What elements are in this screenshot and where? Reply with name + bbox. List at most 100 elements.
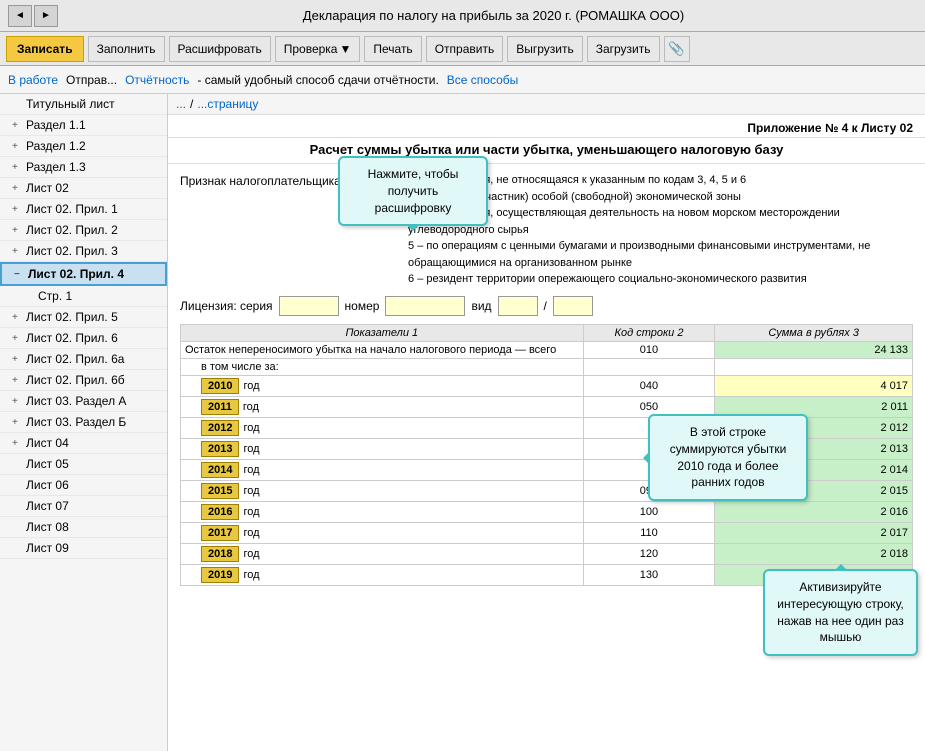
sidebar-item-list02[interactable]: +Лист 02 [0,178,167,199]
row-code: 100 [583,501,715,522]
year-button[interactable]: 2016 [201,504,239,520]
forward-button[interactable]: ► [34,5,58,27]
form-area: Признак налогоплательщика (код) 1 1 – ор… [168,164,925,594]
table-row[interactable]: 2017год1102 017 [181,522,913,543]
content-title: Расчет суммы убытка или части убытка, ум… [168,138,925,164]
proverka-label: Проверка [284,42,338,56]
license-series-input[interactable] [279,296,339,316]
zapisat-button[interactable]: Записать [6,36,84,62]
sidebar-item-label: Раздел 1.2 [26,139,86,153]
sidebar-item-list02pril6a[interactable]: +Лист 02. Прил. 6а [0,349,167,370]
attach-button[interactable]: 📎 [664,36,690,62]
sidebar-item-list03razA[interactable]: +Лист 03. Раздел А [0,391,167,412]
row-label: 2018 год [181,543,584,564]
expand-icon: + [12,417,22,428]
breadcrumb-link1[interactable]: ... [176,97,186,111]
year-button[interactable]: 2012 [201,420,239,436]
sidebar-item-list02pril6b[interactable]: +Лист 02. Прил. 6б [0,370,167,391]
rasshifrovat-button[interactable]: Расшифровать [169,36,271,62]
breadcrumb-link2[interactable]: ...страницу [197,97,258,111]
license-number-input[interactable] [385,296,465,316]
sidebar-item-label: Лист 03. Раздел Б [26,415,126,429]
sidebar-item-label: Лист 05 [26,457,69,471]
license-slash: / [544,299,547,313]
row-value[interactable]: 2 016 [715,501,913,522]
sidebar-item-list02pril6[interactable]: +Лист 02. Прил. 6 [0,328,167,349]
toolbar: Записать Заполнить Расшифровать Проверка… [0,32,925,66]
table-row[interactable]: 2016год1002 016 [181,501,913,522]
sidebar-item-list02pril1[interactable]: +Лист 02. Прил. 1 [0,199,167,220]
sidebar-item-list03razB[interactable]: + Лист 03. Раздел Б [0,412,167,433]
sidebar-item-titulny[interactable]: Титульный лист [0,94,167,115]
license-vid-input[interactable] [498,296,538,316]
sidebar-item-str1[interactable]: Стр. 1 [0,286,167,307]
otchetnost-link[interactable]: Отчётность [125,73,189,87]
tooltip-rasshifrovka: Нажмите, чтобы получить расшифровку [338,156,488,226]
table-row[interactable]: 2010год0404 017 [181,375,913,396]
breadcrumb-sep: / [190,97,193,111]
row-value[interactable]: 2 018 [715,543,913,564]
sidebar-item-razdel13[interactable]: +Раздел 1.3 [0,157,167,178]
year-button[interactable]: 2011 [201,399,239,415]
year-button[interactable]: 2018 [201,546,239,562]
sidebar-item-list05[interactable]: Лист 05 [0,454,167,475]
row-value[interactable]: 4 017 [715,375,913,396]
year-unit: год [243,443,259,455]
sidebar-item-label: Лист 04 [26,436,69,450]
proverka-button[interactable]: Проверка ▼ [275,36,361,62]
year-unit: год [243,485,259,497]
sidebar-item-label: Лист 08 [26,520,69,534]
sidebar-item-label: Раздел 1.3 [26,160,86,174]
vse-sposoby-link[interactable]: Все способы [447,73,519,87]
year-button[interactable]: 2017 [201,525,239,541]
sidebar-item-list07[interactable]: Лист 07 [0,496,167,517]
zapolnit-button[interactable]: Заполнить [88,36,165,62]
year-unit: год [243,401,259,413]
sidebar-item-list04[interactable]: +Лист 04 [0,433,167,454]
table-row[interactable]: Остаток непереносимого убытка на начало … [181,341,913,358]
sidebar-item-razdel12[interactable]: +Раздел 1.2 [0,136,167,157]
sidebar-item-list06[interactable]: Лист 06 [0,475,167,496]
year-button[interactable]: 2013 [201,441,239,457]
otpravit-button[interactable]: Отправить [426,36,504,62]
row-value[interactable]: 24 133 [715,341,913,358]
breadcrumb: ... / ...страницу [168,94,925,115]
pechat-button[interactable]: Печать [364,36,421,62]
year-unit: год [243,548,259,560]
sidebar-item-label: Лист 09 [26,541,69,555]
row-value[interactable] [715,358,913,375]
year-button[interactable]: 2014 [201,462,239,478]
year-unit: год [243,569,259,581]
year-button[interactable]: 2010 [201,378,239,394]
content-area: ... / ...страницу Приложение № 4 к Листу… [168,94,925,751]
zagruzit-button[interactable]: Загрузить [587,36,660,62]
sidebar-item-list02pril5[interactable]: +Лист 02. Прил. 5 [0,307,167,328]
sidebar-item-list02pril2[interactable]: +Лист 02. Прил. 2 [0,220,167,241]
row-label: Остаток непереносимого убытка на начало … [181,341,584,358]
expand-icon: + [12,375,22,386]
table-row[interactable]: 2018год1202 018 [181,543,913,564]
nav-buttons: ◄ ► [8,5,58,27]
license-slash-input[interactable] [553,296,593,316]
back-button[interactable]: ◄ [8,5,32,27]
sidebar-item-list09[interactable]: Лист 09 [0,538,167,559]
row-value[interactable]: 2 017 [715,522,913,543]
v-rabote-link[interactable]: В работе [8,73,58,87]
status-bar: В работе Отправ... Отчётность - самый уд… [0,66,925,94]
year-button[interactable]: 2015 [201,483,239,499]
sidebar-item-list08[interactable]: Лист 08 [0,517,167,538]
sidebar-item-list02pril4[interactable]: −Лист 02. Прил. 4 [0,262,167,286]
sidebar-item-list02pril3[interactable]: +Лист 02. Прил. 3 [0,241,167,262]
sidebar: Титульный лист+Раздел 1.1+Раздел 1.2+Раз… [0,94,168,751]
expand-icon: + [12,312,22,323]
vygruzit-button[interactable]: Выгрузить [507,36,583,62]
sidebar-item-razdel11[interactable]: +Раздел 1.1 [0,115,167,136]
year-button[interactable]: 2019 [201,567,239,583]
expand-icon: + [12,354,22,365]
license-row: Лицензия: серия номер вид / [180,296,913,316]
row-code: 040 [583,375,715,396]
payer-desc-line: 5 – по операциям с ценными бумагами и пр… [408,238,913,271]
title-bar: ◄ ► Декларация по налогу на прибыль за 2… [0,0,925,32]
row-label: 2015 год [181,480,584,501]
table-row[interactable]: в том числе за: [181,358,913,375]
